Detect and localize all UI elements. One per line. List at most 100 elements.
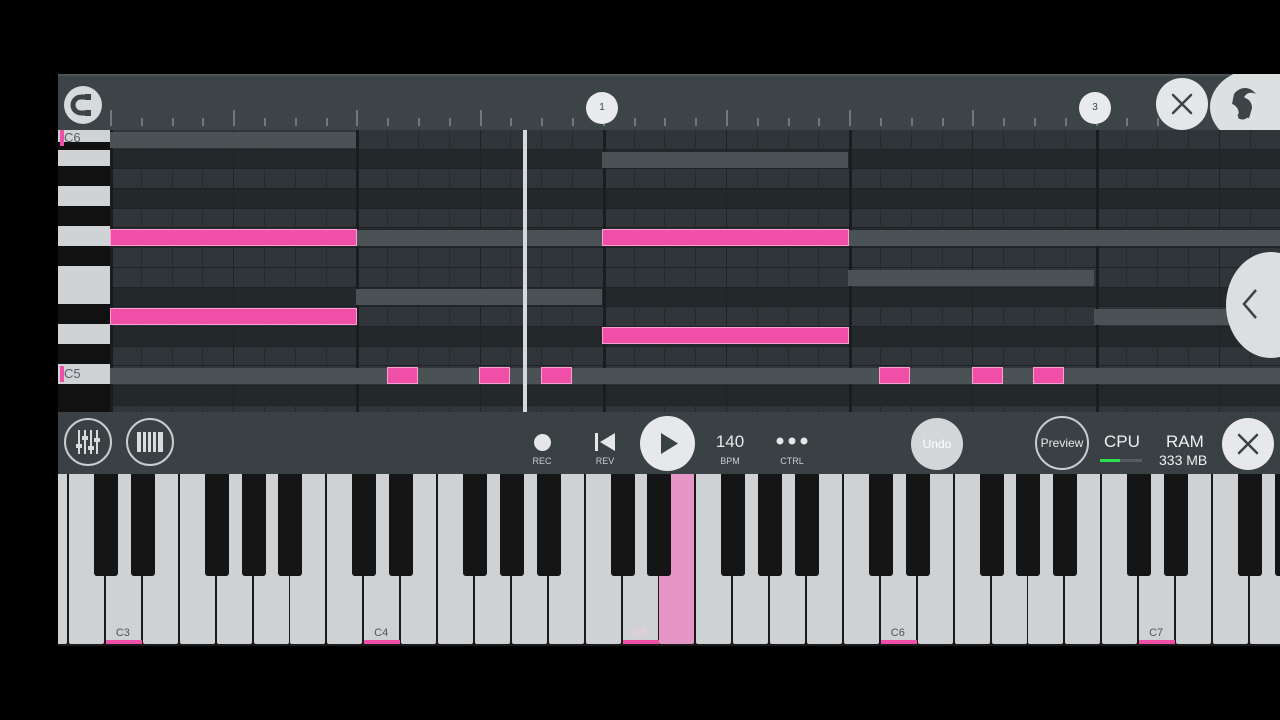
record-button[interactable] (534, 434, 551, 451)
black-key[interactable] (647, 474, 672, 576)
black-key[interactable] (905, 474, 930, 576)
playhead[interactable] (523, 130, 527, 412)
black-key[interactable] (204, 474, 229, 576)
ruler-tick (418, 118, 420, 126)
ruler-tick (294, 118, 297, 126)
bpm-label: BPM (720, 456, 740, 466)
black-key[interactable] (979, 474, 1004, 576)
ruler-tick (972, 110, 975, 126)
ruler-tick (202, 118, 205, 126)
ghost-note (110, 132, 356, 148)
ruler-tick (110, 110, 112, 126)
note[interactable] (479, 367, 510, 384)
chevron-left-icon (1242, 289, 1257, 319)
ruler-tick (1064, 118, 1067, 126)
undo-button[interactable]: Undo (911, 418, 963, 470)
close-panel-button[interactable] (1222, 418, 1274, 470)
black-key[interactable] (721, 474, 746, 576)
black-key[interactable] (278, 474, 303, 576)
close-icon (1237, 433, 1259, 455)
note[interactable] (879, 367, 910, 384)
rev-label: REV (595, 456, 615, 466)
snap-button[interactable] (64, 86, 102, 124)
white-key[interactable] (58, 474, 68, 644)
roll-white-key[interactable] (58, 324, 110, 344)
note[interactable] (1033, 367, 1064, 384)
ruler-tick (941, 118, 944, 126)
note[interactable] (110, 308, 357, 325)
piano-button[interactable] (126, 418, 174, 466)
roll-white-key[interactable] (58, 150, 110, 166)
black-key[interactable] (93, 474, 118, 576)
black-key[interactable] (352, 474, 377, 576)
ruler-tick (510, 118, 513, 126)
roll-black-key[interactable] (58, 384, 110, 412)
bar-marker-3[interactable]: 3 (1079, 92, 1111, 124)
black-key[interactable] (499, 474, 524, 576)
close-piano-roll-button[interactable] (1156, 78, 1208, 130)
black-key[interactable] (868, 474, 893, 576)
more-controls-button[interactable] (775, 434, 809, 446)
roll-black-key[interactable] (58, 304, 110, 324)
ruler-tick (140, 118, 143, 126)
black-key[interactable] (1237, 474, 1262, 576)
note[interactable] (110, 229, 357, 246)
roll-black-key[interactable] (58, 344, 110, 364)
preview-button[interactable]: Preview (1035, 416, 1089, 470)
black-key[interactable] (610, 474, 635, 576)
ruler-tick (1034, 118, 1036, 126)
tempo-value[interactable]: 140 (710, 432, 750, 452)
black-key[interactable] (1053, 474, 1078, 576)
black-key[interactable] (1127, 474, 1152, 576)
black-key[interactable] (389, 474, 414, 576)
ruler-tick (1126, 118, 1129, 126)
timeline-ruler[interactable]: 1 3 (58, 74, 1280, 146)
ruler-tick (664, 118, 667, 126)
note[interactable] (602, 327, 849, 344)
cpu-label: CPU (1104, 432, 1140, 451)
black-key[interactable] (536, 474, 561, 576)
ruler-tick (695, 118, 698, 126)
collapse-panel-button[interactable] (1226, 252, 1280, 358)
black-key[interactable] (1164, 474, 1188, 576)
black-key[interactable] (1274, 474, 1280, 576)
black-key[interactable] (1016, 474, 1041, 576)
roll-white-key[interactable] (58, 266, 110, 304)
piano-keyboard[interactable]: C3 C4 C5 C6 C7 (58, 474, 1280, 646)
black-key[interactable] (462, 474, 487, 576)
ruler-tick (541, 118, 544, 126)
piano-roll-keys[interactable]: C6 C5 (58, 130, 110, 412)
note[interactable] (541, 367, 572, 384)
bar-marker-1[interactable]: 1 (586, 92, 618, 124)
mixer-button[interactable] (64, 418, 112, 466)
black-key[interactable] (795, 474, 819, 576)
roll-black-key[interactable] (58, 166, 110, 186)
roll-white-key[interactable] (58, 226, 110, 246)
ruler-tick (880, 118, 882, 126)
play-icon (661, 433, 678, 454)
black-key[interactable] (241, 474, 266, 576)
octave-marker (622, 640, 659, 644)
ruler-tick (787, 118, 790, 126)
rewind-button[interactable] (591, 430, 619, 454)
octave-marker (1139, 640, 1176, 644)
octave-marker (105, 640, 142, 644)
ruler-tick (572, 118, 574, 126)
note-grid[interactable] (110, 130, 1280, 412)
piano-roll-app: 1 3 C6 C5 REC REV 140 BPM CTRL Undo Prev… (58, 74, 1280, 646)
play-button[interactable] (640, 416, 695, 471)
roll-black-key[interactable] (58, 246, 110, 266)
octave-label: C3 (115, 627, 130, 639)
note[interactable] (387, 367, 418, 384)
black-key[interactable] (130, 474, 155, 576)
black-key[interactable] (758, 474, 783, 576)
roll-black-key[interactable] (58, 206, 110, 226)
roll-white-key[interactable] (58, 186, 110, 206)
cpu-meter-fill (1100, 459, 1120, 462)
note[interactable] (972, 367, 1003, 384)
magnet-icon (70, 94, 91, 116)
ghost-note (356, 230, 602, 246)
note[interactable] (602, 229, 849, 246)
roll-label-c5: C5 (60, 366, 110, 382)
ruler-tick (726, 110, 728, 126)
